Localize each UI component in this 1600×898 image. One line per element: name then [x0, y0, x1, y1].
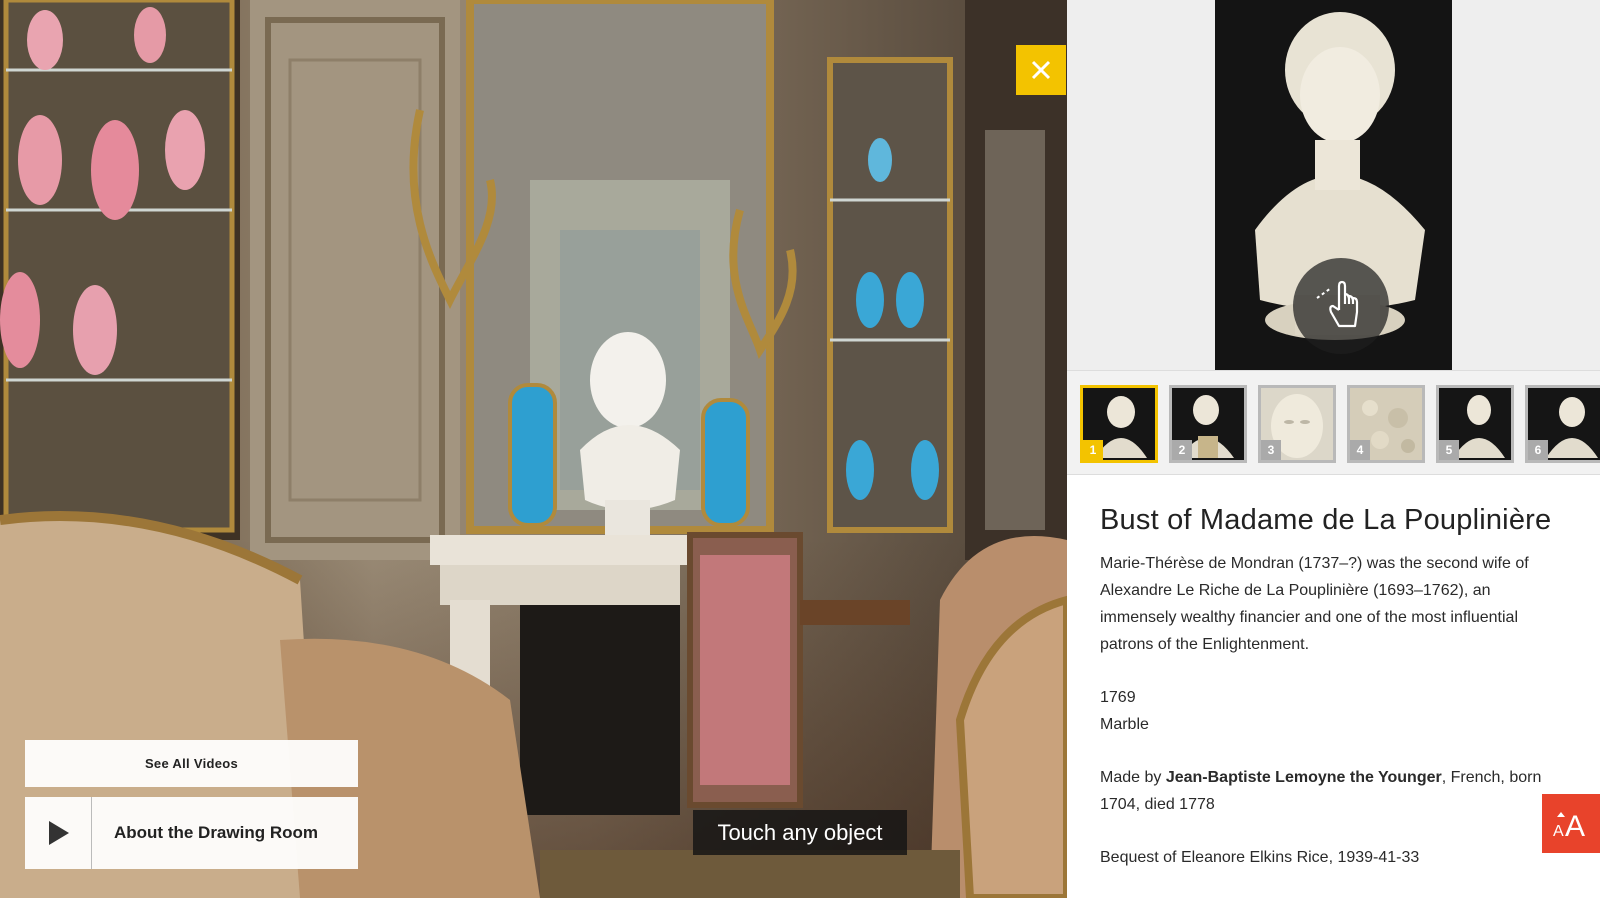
play-button[interactable] [25, 797, 92, 869]
text-size-icon: A A [1553, 810, 1585, 839]
thumbnail-1[interactable]: 1 [1080, 385, 1158, 463]
object-detail-panel: 1 2 3 4 5 6 Bust of Madame de La Pouplin… [1067, 0, 1600, 898]
thumbnail-number: 1 [1083, 440, 1103, 460]
thumbnail-number: 3 [1261, 440, 1281, 460]
text-size-button[interactable]: A A [1542, 794, 1600, 853]
see-all-videos-label: See All Videos [144, 756, 239, 771]
object-info: Bust of Madame de La Pouplinière Marie-T… [1100, 502, 1570, 871]
gesture-hint [1293, 258, 1389, 354]
thumbnail-strip[interactable]: 1 2 3 4 5 6 [1067, 370, 1600, 475]
object-medium: Marble [1100, 716, 1149, 733]
svg-text:A: A [1565, 810, 1585, 839]
thumbnail-6[interactable]: 6 [1525, 385, 1600, 463]
see-all-videos-button[interactable]: See All Videos [25, 740, 358, 787]
play-icon [49, 821, 69, 845]
thumbnail-number: 2 [1172, 440, 1192, 460]
svg-text:A: A [1553, 823, 1564, 839]
video-play-button[interactable]: About the Drawing Room [25, 797, 358, 869]
artist-name[interactable]: Jean-Baptiste Lemoyne the Younger [1166, 769, 1442, 786]
touch-hint: Touch any object [693, 810, 907, 855]
thumbnail-number: 6 [1528, 440, 1548, 460]
object-maker: Made by Jean-Baptiste Lemoyne the Younge… [1100, 764, 1570, 818]
thumbnail-number: 5 [1439, 440, 1459, 460]
object-hero [1067, 0, 1600, 370]
thumbnail-5[interactable]: 5 [1436, 385, 1514, 463]
object-date: 1769 [1100, 689, 1136, 706]
close-icon [1031, 60, 1051, 80]
object-title: Bust of Madame de La Pouplinière [1100, 504, 1552, 536]
object-credit: Bequest of Eleanore Elkins Rice, 1939-41… [1100, 849, 1420, 866]
thumbnail-number: 4 [1350, 440, 1370, 460]
thumbnail-4[interactable]: 4 [1347, 385, 1425, 463]
thumbnail-2[interactable]: 2 [1169, 385, 1247, 463]
thumbnail-3[interactable]: 3 [1258, 385, 1336, 463]
swipe-hand-icon [1316, 280, 1359, 328]
object-main-image[interactable] [1215, 0, 1452, 370]
video-title: About the Drawing Room [114, 823, 318, 842]
close-button[interactable] [1016, 45, 1066, 95]
made-by-prefix: Made by [1100, 769, 1166, 786]
object-description: Marie-Thérèse de Mondran (1737–?) was th… [1100, 555, 1529, 653]
